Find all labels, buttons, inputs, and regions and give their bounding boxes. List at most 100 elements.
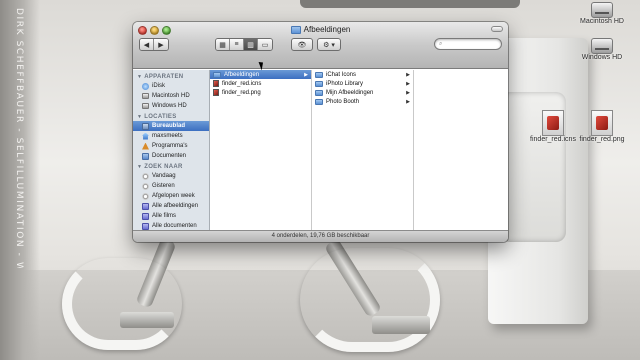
column-view-button[interactable]: ▥: [244, 39, 258, 50]
disclosure-triangle-icon: ▼: [137, 114, 143, 120]
clock-icon: [142, 182, 149, 190]
desktop-icon-label: finder_red.png: [579, 136, 625, 143]
sidebar-section-label: APPARATEN: [144, 74, 184, 80]
clock-icon: [142, 172, 149, 180]
sidebar-item-applications[interactable]: Programma's: [133, 141, 209, 151]
sidebar-item-label: Bureaublad: [152, 123, 186, 129]
browser-column-2: iChat Icons ▶ iPhoto Library ▶ Mijn Afbeel…: [312, 70, 414, 230]
list-item[interactable]: iPhoto Library ▶: [312, 79, 413, 88]
browser-column-3[interactable]: [414, 70, 508, 230]
item-label: iChat Icons: [326, 71, 357, 78]
hard-drive-icon: [591, 2, 613, 18]
sidebar-item-label: Vandaag: [152, 173, 176, 179]
chevron-right-icon: ▶: [406, 80, 410, 87]
sidebar-item-label: Documenten: [152, 153, 187, 159]
sidebar-item-windows-hd[interactable]: Windows HD: [133, 101, 209, 111]
list-item[interactable]: Mijn Afbeeldingen ▶: [312, 88, 413, 97]
chevron-right-icon: ▶: [406, 98, 410, 105]
window-title-text: Afbeeldingen: [303, 25, 351, 34]
sidebar-item-desktop[interactable]: Bureaublad: [133, 121, 209, 131]
sidebar-item-label: Programma's: [152, 143, 188, 149]
back-button[interactable]: ◀: [140, 39, 154, 50]
sidebar-item-label: Alle documenten: [152, 223, 197, 229]
desktop-icon-label: Windows HD: [581, 54, 623, 61]
item-label: Photo Booth: [326, 98, 360, 105]
sidebar-item-all-documents[interactable]: Alle documenten: [133, 221, 209, 230]
forward-button[interactable]: ▶: [154, 39, 168, 50]
coverflow-view-button[interactable]: ▭: [258, 39, 272, 50]
smart-folder-icon: [142, 222, 149, 230]
sidebar: ▼ APPARATEN iDisk Macintosh HD Windows HD…: [133, 70, 210, 230]
action-menu-button[interactable]: ⚙ ▾: [317, 38, 341, 51]
sidebar-item-label: Alle afbeeldingen: [152, 203, 199, 209]
png-file-icon: [591, 110, 613, 136]
sidebar-section-label: LOCATIES: [144, 114, 177, 120]
list-item[interactable]: Photo Booth ▶: [312, 97, 413, 106]
list-item[interactable]: Afbeeldingen ▶: [210, 70, 311, 79]
smart-folder-icon: [142, 202, 149, 210]
back-forward-buttons: ◀ ▶: [139, 38, 169, 51]
sidebar-item-documents[interactable]: Documenten: [133, 151, 209, 161]
disclosure-triangle-icon: ▼: [137, 74, 143, 80]
hard-drive-icon: [142, 103, 149, 109]
wallpaper-caption: DIRK SCHEFFBAUER - SELFILLUMINATION - WW…: [14, 8, 24, 268]
window-titlebar[interactable]: Afbeeldingen ◀ ▶ ▦ ≡ ▥ ▭ 👁 ⚙ ▾ ⌕: [133, 22, 508, 69]
sidebar-item-label: Afgelopen week: [152, 193, 195, 199]
sidebar-item-all-images[interactable]: Alle afbeeldingen: [133, 201, 209, 211]
quicklook-button[interactable]: 👁: [291, 38, 313, 51]
documents-icon: [142, 152, 149, 160]
status-bar: 4 onderdelen, 19,76 GB beschikbaar: [133, 230, 508, 242]
sidebar-item-label: Windows HD: [152, 103, 187, 109]
item-label: Mijn Afbeeldingen: [326, 89, 374, 96]
finder-window: Afbeeldingen ◀ ▶ ▦ ≡ ▥ ▭ 👁 ⚙ ▾ ⌕ ▼ APPARA…: [133, 22, 508, 242]
wallpaper-foot-right: [372, 316, 430, 334]
sidebar-item-macintosh-hd[interactable]: Macintosh HD: [133, 91, 209, 101]
sidebar-item-label: Macintosh HD: [152, 93, 190, 99]
applications-icon: [142, 142, 149, 150]
folder-icon: [315, 89, 323, 96]
sidebar-section-devices[interactable]: ▼ APPARATEN: [133, 71, 209, 81]
desktop-icon-label: Macintosh HD: [580, 18, 624, 25]
idisk-icon: [142, 82, 149, 90]
folder-icon: [213, 71, 221, 78]
view-mode-buttons: ▦ ≡ ▥ ▭: [215, 38, 273, 51]
browser-column-1: Afbeeldingen ▶ finder_red.icns finder_red…: [210, 70, 312, 230]
wallpaper-foot-left: [120, 312, 174, 328]
sidebar-section-places[interactable]: ▼ LOCATIES: [133, 111, 209, 121]
toolbar: ◀ ▶ ▦ ≡ ▥ ▭ 👁 ⚙ ▾ ⌕: [133, 37, 508, 65]
sidebar-item-today[interactable]: Vandaag: [133, 171, 209, 181]
png-file-icon: [213, 89, 219, 96]
chevron-right-icon: ▶: [406, 89, 410, 96]
hard-drive-icon: [142, 93, 149, 99]
home-icon: [142, 132, 149, 140]
icon-view-button[interactable]: ▦: [216, 39, 230, 50]
sidebar-item-label: maxsmeets: [152, 133, 183, 139]
sidebar-item-label: Alle films: [152, 213, 177, 219]
finder-body: ▼ APPARATEN iDisk Macintosh HD Windows HD…: [133, 70, 508, 230]
list-view-button[interactable]: ≡: [230, 39, 244, 50]
folder-icon: [315, 98, 323, 105]
desktop-icon-finder-red-png[interactable]: finder_red.png: [572, 110, 632, 143]
clock-icon: [142, 192, 149, 200]
item-label: finder_red.png: [222, 89, 261, 96]
sidebar-item-past-week[interactable]: Afgelopen week: [133, 191, 209, 201]
desktop-icon-macintosh-hd[interactable]: Macintosh HD: [572, 2, 632, 25]
sidebar-item-yesterday[interactable]: Gisteren: [133, 181, 209, 191]
item-label: Afbeeldingen: [224, 71, 260, 78]
desktop-icon-windows-hd[interactable]: Windows HD: [572, 38, 632, 61]
list-item[interactable]: finder_red.png: [210, 88, 311, 97]
folder-icon: [315, 71, 323, 78]
toolbar-toggle-button[interactable]: [491, 26, 503, 32]
wallpaper-cable-left: [62, 258, 182, 350]
hard-drive-icon: [591, 38, 613, 54]
list-item[interactable]: iChat Icons ▶: [312, 70, 413, 79]
sidebar-item-all-movies[interactable]: Alle films: [133, 211, 209, 221]
sidebar-section-search-for[interactable]: ▼ ZOEK NAAR: [133, 161, 209, 171]
list-item[interactable]: finder_red.icns: [210, 79, 311, 88]
folder-icon: [290, 25, 301, 34]
search-field[interactable]: ⌕: [434, 38, 502, 50]
sidebar-item-idisk[interactable]: iDisk: [133, 81, 209, 91]
sidebar-item-home[interactable]: maxsmeets: [133, 131, 209, 141]
sidebar-item-label: iDisk: [152, 83, 165, 89]
item-label: finder_red.icns: [222, 80, 262, 87]
